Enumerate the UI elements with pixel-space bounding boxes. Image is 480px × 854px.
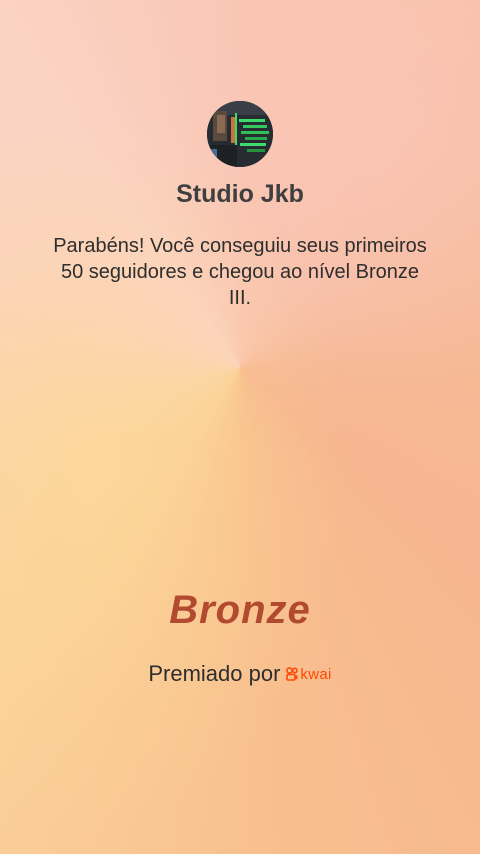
channel-name: Studio Jkb — [176, 180, 304, 208]
kwai-logo: kwai — [286, 666, 331, 683]
congrats-message: Parabéns! Você conseguiu seus primeiros … — [53, 235, 427, 309]
kwai-wordmark: kwai — [300, 665, 332, 683]
studio-equalizer-avatar-icon — [207, 101, 273, 167]
avatar — [207, 101, 273, 167]
awarded-by-label: Premiado por — [148, 661, 281, 686]
kwai-icon — [286, 667, 299, 681]
awarded-by: Premiado por kwai — [0, 661, 480, 687]
level-badge-title: Bronze — [169, 588, 311, 632]
